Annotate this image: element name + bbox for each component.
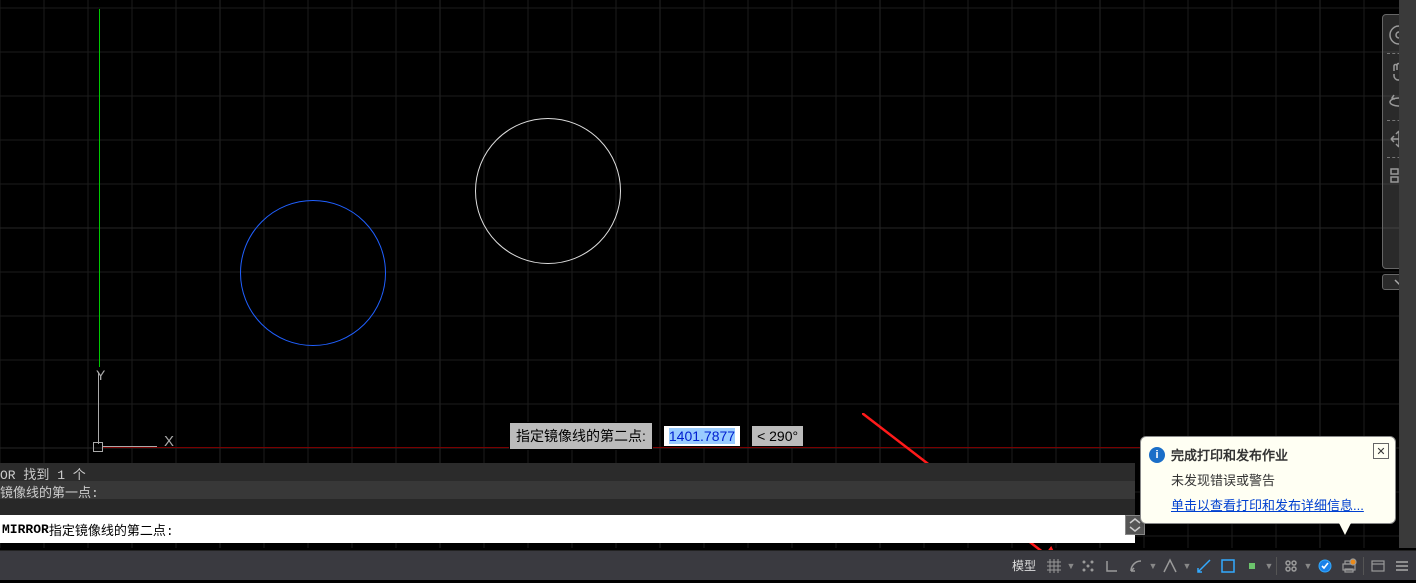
isodraft-toggle[interactable] bbox=[1158, 553, 1182, 579]
polar-dropdown[interactable]: ▼ bbox=[1148, 561, 1158, 571]
otrack-toggle[interactable] bbox=[1192, 553, 1216, 579]
balloon-link[interactable]: 单击以查看打印和发布详细信息... bbox=[1171, 498, 1364, 513]
workspace-button[interactable] bbox=[1279, 553, 1303, 579]
dynamic-distance-input[interactable]: 1401.7877 bbox=[663, 425, 741, 447]
workspace-dropdown[interactable]: ▼ bbox=[1303, 561, 1313, 571]
osnap-toggle[interactable] bbox=[1216, 553, 1240, 579]
grid-toggle[interactable] bbox=[1042, 553, 1066, 579]
command-input[interactable]: MIRROR 指定镜像线的第二点: bbox=[0, 515, 1135, 543]
menu-button[interactable] bbox=[1390, 553, 1414, 579]
isodraft-dropdown[interactable]: ▼ bbox=[1182, 561, 1192, 571]
command-history-line: OR 找到 1 个 bbox=[0, 463, 1135, 481]
command-line-area: OR 找到 1 个 镜像线的第一点: MIRROR 指定镜像线的第二点: bbox=[0, 463, 1135, 543]
ortho-toggle[interactable] bbox=[1100, 553, 1124, 579]
info-icon: i bbox=[1149, 447, 1165, 463]
dynamic-prompt-label: 指定镜像线的第二点: bbox=[509, 422, 653, 450]
osnap-2d[interactable] bbox=[1240, 553, 1264, 579]
polar-toggle[interactable] bbox=[1124, 553, 1148, 579]
selected-circle[interactable] bbox=[240, 200, 386, 346]
status-bar: 模型 ▼ ▼ ▼ ▼ ▼ bbox=[0, 550, 1416, 580]
osnap-dropdown[interactable]: ▼ bbox=[1264, 561, 1274, 571]
balloon-close-button[interactable]: ✕ bbox=[1373, 443, 1389, 459]
mirrored-circle-preview bbox=[475, 118, 621, 264]
notification-balloon: i 完成打印和发布作业 ✕ 未发现错误或警告 单击以查看打印和发布详细信息... bbox=[1140, 436, 1396, 524]
vertical-scrollbar[interactable] bbox=[1399, 0, 1416, 548]
command-prompt-line: 镜像线的第一点: bbox=[0, 481, 1135, 499]
balloon-title-text: 完成打印和发布作业 bbox=[1171, 445, 1288, 464]
model-button[interactable]: 模型 bbox=[1006, 553, 1042, 579]
dynamic-angle-input[interactable]: < 290° bbox=[751, 425, 804, 447]
grid-dropdown[interactable]: ▼ bbox=[1066, 561, 1076, 571]
annotation-monitor-button[interactable] bbox=[1313, 553, 1337, 579]
plot-publish-button[interactable] bbox=[1337, 553, 1361, 579]
dynamic-input-group: 指定镜像线的第二点: 1401.7877 < 290° bbox=[509, 422, 804, 450]
customization-button[interactable] bbox=[1366, 553, 1390, 579]
snap-toggle[interactable] bbox=[1076, 553, 1100, 579]
balloon-message: 未发现错误或警告 bbox=[1171, 470, 1387, 489]
